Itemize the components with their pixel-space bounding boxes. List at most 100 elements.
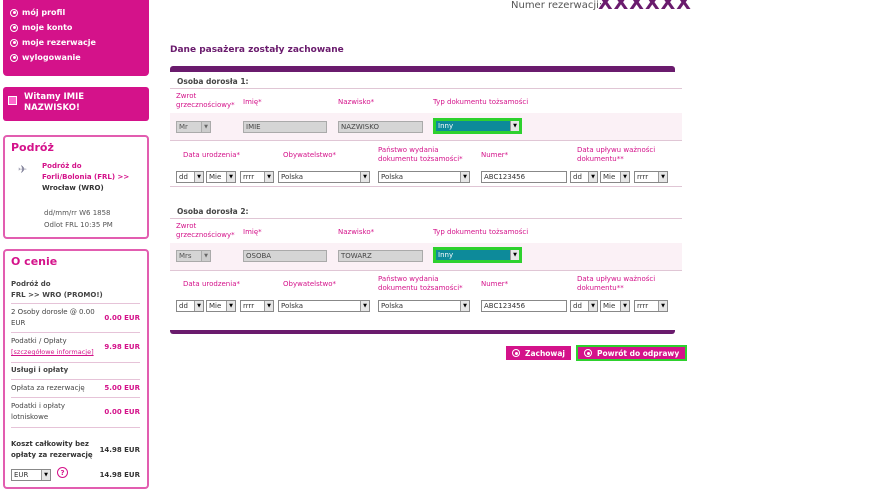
price-total: Koszt całkowity bez opłaty za rezerwację… <box>11 439 140 461</box>
doc-country-value: Polska <box>381 173 404 181</box>
first-name-input[interactable]: OSOBA <box>243 250 327 262</box>
menu-item-profile[interactable]: mój profil <box>10 8 65 17</box>
help-icon[interactable]: ? <box>57 467 68 478</box>
expiry-day-value: dd <box>573 173 582 181</box>
dropdown-arrow-icon: ▼ <box>264 172 273 182</box>
dropdown-arrow-icon: ▼ <box>194 172 203 182</box>
price-route: Podróż do FRL >> WRO (PROMO!) <box>11 279 140 301</box>
last-name-input[interactable]: NAZWISKO <box>338 121 423 133</box>
menu-item-account[interactable]: moje konto <box>10 23 72 32</box>
birth-day-select[interactable]: dd ▼ <box>176 300 204 312</box>
total-amount: 14.98 EUR <box>99 446 140 454</box>
first-name-label: Imię* <box>243 98 262 106</box>
expiry-day-value: dd <box>573 302 582 310</box>
trip-panel: Podróż ✈ Podróż do Forli/Bolonia (FRL) >… <box>3 135 149 239</box>
number-input[interactable]: ABC123456 <box>481 300 567 312</box>
citizenship-select[interactable]: Polska ▼ <box>278 300 370 312</box>
expiry-month-select[interactable]: Mie ▼ <box>600 171 630 183</box>
birth-month-select[interactable]: Mie ▼ <box>206 300 236 312</box>
citizenship-select[interactable]: Polska ▼ <box>278 171 370 183</box>
menu-item-logout[interactable]: wylogowanie <box>10 53 81 62</box>
menu-item-reservations[interactable]: moje rezerwacje <box>10 38 96 47</box>
doc-country-select[interactable]: Polska ▼ <box>378 300 470 312</box>
dropdown-arrow-icon: ▼ <box>510 121 519 131</box>
welcome-line-2: NAZWISKO! <box>24 103 80 113</box>
price-taxes: Podatki / Opłaty [szczegółowe informacje… <box>11 336 140 358</box>
account-menu: mój profil moje konto moje rezerwacje wy… <box>3 0 149 76</box>
first-name-input[interactable]: IMIE <box>243 121 327 133</box>
title-select[interactable]: Mrs ▼ <box>176 250 211 262</box>
route-line-2[interactable]: Forli/Bolonia (FRL) >> <box>42 172 129 183</box>
return-to-checkin-button[interactable]: Powrót do odprawy <box>576 345 688 361</box>
birth-day-select[interactable]: dd ▼ <box>176 171 204 183</box>
title-label-2: grzecznościowy* <box>176 231 235 239</box>
form-top-bar <box>170 66 675 72</box>
birth-month-value: Mie <box>209 302 222 310</box>
birth-date-label: Data urodzenia* <box>183 151 240 159</box>
bullet-icon <box>10 8 18 17</box>
route-line-3: Wrocław (WRO) <box>42 184 104 192</box>
birth-month-value: Mie <box>209 173 222 181</box>
dropdown-arrow-icon: ▼ <box>460 301 469 311</box>
currency-select[interactable]: EUR ▼ <box>11 469 51 481</box>
save-button[interactable]: Zachowaj <box>506 346 571 360</box>
number-input[interactable]: ABC123456 <box>481 171 567 183</box>
citizenship-value: Polska <box>281 173 304 181</box>
dropdown-arrow-icon: ▼ <box>201 251 210 261</box>
passenger-1-heading: Osoba dorosła 1: <box>177 77 249 86</box>
trip-panel-title: Podróż <box>11 141 54 154</box>
divider <box>11 303 140 304</box>
doc-type-select[interactable]: Inny ▼ <box>436 121 519 131</box>
last-name-label: Nazwisko* <box>338 98 375 106</box>
expiry-year-select[interactable]: rrrr ▼ <box>634 300 668 312</box>
doc-country-label-2: dokumentu tożsamości* <box>378 284 463 292</box>
doc-type-select[interactable]: Inny ▼ <box>436 250 519 260</box>
doc-country-label: Państwo wydania dokumentu tożsamości* <box>378 275 463 293</box>
last-name-label: Nazwisko* <box>338 228 375 236</box>
expiry-year-value: rrrr <box>637 302 649 310</box>
doc-country-select[interactable]: Polska ▼ <box>378 171 470 183</box>
expiry-month-select[interactable]: Mie ▼ <box>600 300 630 312</box>
divider <box>11 362 140 363</box>
last-name-input[interactable]: TOWARZ <box>338 250 423 262</box>
expiry-day-select[interactable]: dd ▼ <box>570 171 598 183</box>
price-adults-amount: 0.00 EUR <box>104 314 140 322</box>
expiry-label: Data upływu ważności dokumentu** <box>577 275 655 293</box>
divider <box>170 218 682 219</box>
birth-year-select[interactable]: rrrr ▼ <box>240 300 274 312</box>
number-label: Numer* <box>481 280 509 288</box>
expiry-day-select[interactable]: dd ▼ <box>570 300 598 312</box>
expiry-label-2: dokumentu** <box>577 284 624 292</box>
expiry-label-1: Data upływu ważności <box>577 275 656 283</box>
price-route-line-1: Podróż do <box>11 280 51 288</box>
citizenship-label: Obywatelstwo* <box>283 151 337 159</box>
title-value: Mrs <box>179 252 192 260</box>
dropdown-arrow-icon: ▼ <box>226 301 235 311</box>
doc-country-label: Państwo wydania dokumentu tożsamości* <box>378 146 463 164</box>
menu-item-label: moje rezerwacje <box>22 38 96 47</box>
price-route-line-2: FRL >> WRO (PROMO!) <box>11 291 103 299</box>
dropdown-arrow-icon: ▼ <box>620 301 629 311</box>
price-airport-tax: Podatki i opłaty lotniskowe 0.00 EUR <box>11 401 140 423</box>
user-icon <box>8 96 17 105</box>
dropdown-arrow-icon: ▼ <box>360 301 369 311</box>
welcome-box: Witamy IMIE NAZWISKO! <box>3 87 149 121</box>
title-label-1: Zwrot <box>176 222 197 230</box>
divider <box>170 88 682 89</box>
birth-year-select[interactable]: rrrr ▼ <box>240 171 274 183</box>
route-line-1[interactable]: Podróż do <box>42 161 129 172</box>
dropdown-arrow-icon: ▼ <box>588 172 597 182</box>
doc-country-label-1: Państwo wydania <box>378 146 439 154</box>
title-select[interactable]: Mr ▼ <box>176 121 211 133</box>
passenger-2-heading: Osoba dorosła 2: <box>177 207 249 216</box>
title-value: Mr <box>179 123 188 131</box>
price-adults-label: 2 Osoby dorosłe @ 0.00 EUR <box>11 308 95 327</box>
price-panel: O cenie Podróż do FRL >> WRO (PROMO!) 2 … <box>3 249 149 489</box>
title-label-2: grzecznościowy* <box>176 101 235 109</box>
birth-month-select[interactable]: Mie ▼ <box>206 171 236 183</box>
doc-type-label: Typ dokumentu tożsamości <box>433 228 529 236</box>
dropdown-arrow-icon: ▼ <box>201 122 210 132</box>
expiry-year-select[interactable]: rrrr ▼ <box>634 171 668 183</box>
citizenship-label: Obywatelstwo* <box>283 280 337 288</box>
divider <box>170 140 682 141</box>
